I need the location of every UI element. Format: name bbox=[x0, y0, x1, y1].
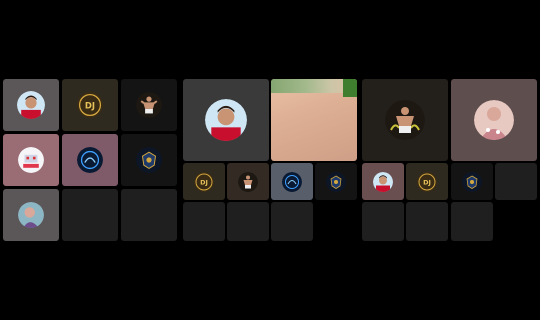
participant-tile[interactable] bbox=[3, 189, 59, 241]
flexing-man-avatar-icon bbox=[136, 92, 162, 118]
dj-gold-logo-icon: DJ bbox=[194, 171, 214, 192]
participant-tile[interactable] bbox=[362, 163, 404, 200]
portrait-avatar-icon bbox=[18, 202, 44, 228]
participant-tile[interactable]: DJ bbox=[183, 163, 225, 200]
blue-neon-logo-icon bbox=[282, 171, 302, 192]
empty-tile bbox=[183, 202, 225, 241]
ronaldo-avatar-icon bbox=[205, 99, 247, 141]
empty-tile bbox=[271, 202, 313, 241]
empty-tile bbox=[362, 202, 404, 241]
dj-logo-text: DJ bbox=[200, 178, 208, 186]
participant-tile[interactable]: DJ bbox=[62, 79, 118, 131]
gold-crest-logo-icon bbox=[462, 171, 482, 192]
photo-corner bbox=[343, 79, 357, 97]
portrait-avatar-icon bbox=[474, 100, 514, 140]
participant-tile-large[interactable] bbox=[451, 79, 537, 161]
participant-tile[interactable] bbox=[121, 79, 177, 131]
photo-thumbnail[interactable] bbox=[271, 79, 357, 161]
empty-tile bbox=[495, 163, 537, 200]
participant-tile[interactable] bbox=[3, 79, 59, 131]
empty-tile bbox=[227, 202, 269, 241]
dj-logo-text: DJ bbox=[85, 100, 95, 110]
participant-tile[interactable] bbox=[271, 163, 313, 200]
dj-gold-logo-icon: DJ bbox=[77, 92, 103, 118]
participant-tile[interactable] bbox=[62, 134, 118, 186]
ronaldo-avatar-icon bbox=[17, 91, 45, 119]
participant-tile[interactable] bbox=[451, 163, 493, 200]
flexing-man-avatar-icon bbox=[385, 100, 425, 140]
participant-tile[interactable] bbox=[227, 163, 269, 200]
blue-neon-logo-icon bbox=[77, 147, 103, 173]
participant-tile[interactable] bbox=[121, 134, 177, 186]
empty-tile bbox=[62, 189, 118, 241]
gold-crest-logo-icon bbox=[136, 147, 162, 173]
robot-logo-icon bbox=[18, 147, 44, 173]
flexing-man-avatar-icon bbox=[238, 171, 258, 192]
participant-tile[interactable]: DJ bbox=[406, 163, 448, 200]
empty-tile bbox=[406, 202, 448, 241]
gold-crest-logo-icon bbox=[326, 171, 346, 192]
ronaldo-avatar-icon bbox=[373, 171, 393, 192]
participant-tile-large[interactable] bbox=[362, 79, 448, 161]
participant-tile[interactable] bbox=[3, 134, 59, 186]
empty-tile bbox=[451, 202, 493, 241]
dj-gold-logo-icon: DJ bbox=[417, 171, 437, 192]
participant-tile[interactable] bbox=[315, 163, 357, 200]
empty-tile bbox=[121, 189, 177, 241]
dj-logo-text: DJ bbox=[423, 178, 431, 186]
participant-tile-large[interactable] bbox=[183, 79, 269, 161]
